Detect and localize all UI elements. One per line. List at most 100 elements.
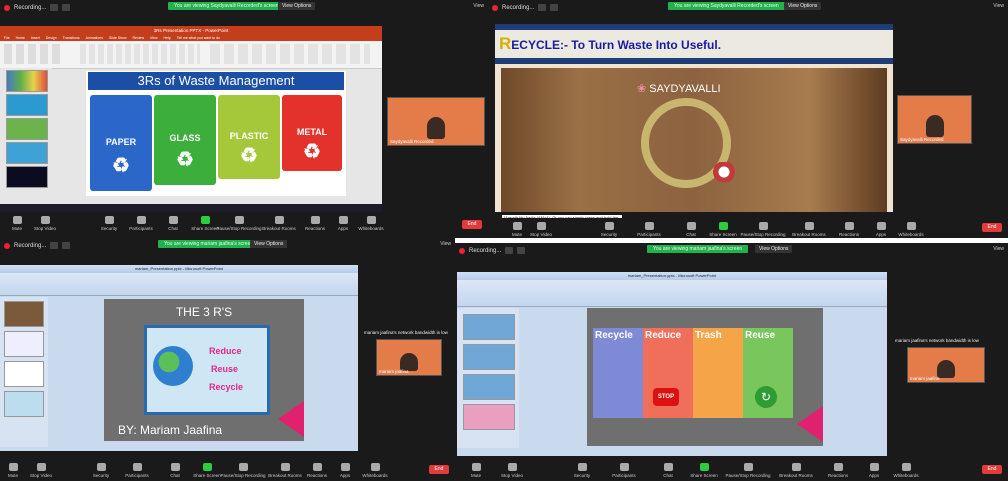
participants-button[interactable]: Participants [632, 222, 666, 237]
slide-thumb-5[interactable] [6, 166, 48, 188]
security-button[interactable]: Security [84, 463, 118, 478]
slide-thumb-2[interactable] [6, 94, 48, 116]
bin-plastic: PLASTIC ♻ [218, 95, 280, 179]
grid-icon [791, 463, 801, 471]
pause-icon[interactable] [505, 247, 514, 254]
apps-button[interactable]: Apps [864, 222, 898, 237]
view-button[interactable]: View [993, 246, 1004, 252]
slide-header: RECYCLE:- To Turn Waste Into Useful. [495, 24, 893, 64]
share-screen-button[interactable]: Share Screen [687, 463, 721, 478]
pause-icon[interactable] [50, 242, 59, 249]
participant-video[interactable]: Saydyavalli Recorded [387, 97, 485, 146]
chat-button[interactable]: Chat [158, 463, 192, 478]
ppt-ribbon [457, 280, 887, 307]
stop-video-button[interactable]: Stop Video [495, 463, 529, 478]
slide-title-text: ECYCLE:- To Turn Waste Into Useful. [511, 38, 722, 52]
stop-icon[interactable] [517, 247, 526, 254]
reactions-button[interactable]: Reactions [832, 222, 866, 237]
chat-button[interactable]: Chat [156, 216, 190, 231]
slide-title: RECYCLE:- To Turn Waste Into Useful. [495, 30, 893, 58]
security-button[interactable]: Security [565, 463, 599, 478]
font-group[interactable] [80, 44, 200, 64]
view-button[interactable]: View [473, 3, 484, 9]
view-options-button[interactable]: View Options [784, 2, 822, 10]
slide-thumb-4[interactable] [4, 391, 44, 417]
slide-thumb-4[interactable] [463, 404, 515, 430]
pause-recording-button[interactable]: Pause/Stop Recording [220, 463, 266, 478]
participants-button[interactable]: Participants [120, 463, 154, 478]
participants-label: Participants [125, 473, 149, 478]
chat-button[interactable]: Chat [651, 463, 685, 478]
participant-avatar [925, 115, 944, 137]
view-options-button[interactable]: View Options [755, 245, 793, 253]
column-reuse: Reuse ↻ [743, 328, 793, 418]
recording-label: Recording... [14, 4, 47, 11]
chat-button[interactable]: Chat [674, 222, 708, 237]
slide-thumb-3[interactable] [6, 118, 48, 140]
view-button[interactable]: View [440, 241, 451, 247]
participant-name: mariam jaafina [910, 376, 940, 381]
participants-button[interactable]: Participants [124, 216, 158, 231]
end-button[interactable]: End [429, 465, 449, 474]
slide-thumb-1[interactable] [463, 314, 515, 340]
security-button[interactable]: Security [92, 216, 126, 231]
stop-video-button[interactable]: Stop Video [24, 463, 58, 478]
security-button[interactable]: Security [592, 222, 626, 237]
view-options-button[interactable]: View Options [250, 240, 288, 248]
participant-video[interactable]: mariam jaafina [376, 339, 442, 376]
recording-indicator: Recording... [4, 242, 71, 249]
end-button[interactable]: End [462, 220, 482, 229]
view-button[interactable]: View [993, 3, 1004, 9]
whiteboards-button[interactable]: Whiteboards [894, 222, 928, 237]
whiteboards-button[interactable]: Whiteboards [354, 216, 388, 231]
apps-button[interactable]: Apps [857, 463, 891, 478]
participant-video[interactable]: mariam jaafina [907, 347, 985, 383]
breakout-label: Breakout Rooms [268, 473, 302, 478]
zoom-toolbar: Mute Stop Video Security Participants Ch… [488, 218, 1008, 238]
share-screen-button[interactable]: Share Screen [190, 463, 224, 478]
slide-thumb-3[interactable] [463, 374, 515, 400]
breakout-label: Breakout Rooms [792, 232, 826, 237]
slide-thumb-1[interactable] [6, 70, 48, 92]
viewing-banner: You are viewing mariam jaafina's screen [158, 240, 260, 248]
stop-icon[interactable] [62, 242, 71, 249]
apps-button[interactable]: Apps [328, 463, 362, 478]
breakout-rooms-button[interactable]: Breakout Rooms [268, 463, 302, 478]
pause-recording-button[interactable]: Pause/Stop Recording [725, 463, 771, 478]
slide-thumb-2[interactable] [4, 331, 44, 357]
stop-icon[interactable] [550, 4, 559, 11]
pause-recording-button[interactable]: Pause/Stop Recording [740, 222, 786, 237]
slide-thumb-3[interactable] [4, 361, 44, 387]
clipboard-group[interactable] [4, 44, 64, 64]
column-reduce: Reduce STOP [643, 328, 693, 418]
breakout-rooms-button[interactable]: Breakout Rooms [779, 463, 813, 478]
zoom-toolbar: Mute Stop Video Security Participants Ch… [455, 459, 1008, 481]
pause-icon[interactable] [538, 4, 547, 11]
zoom-window-4: Recording... You are viewing mariam jaaf… [455, 243, 1008, 481]
stop-icon[interactable] [62, 4, 71, 11]
pause-recording-button[interactable]: Pause/Stop Recording [216, 216, 262, 231]
viewing-banner: You are viewing Saydyavalli Recorded's s… [668, 2, 785, 10]
end-button[interactable]: End [982, 223, 1002, 232]
breakout-rooms-button[interactable]: Breakout Rooms [792, 222, 826, 237]
pause-icon[interactable] [50, 4, 59, 11]
drawing-group[interactable] [210, 44, 370, 64]
breakout-rooms-button[interactable]: Breakout Rooms [262, 216, 296, 231]
share-screen-button[interactable]: Share Screen [706, 222, 740, 237]
participants-button[interactable]: Participants [607, 463, 641, 478]
smiley-icon [312, 463, 322, 471]
slide-thumb-1[interactable] [4, 301, 44, 327]
participant-video[interactable]: Saydyavalli Recorded [897, 95, 972, 144]
slide-thumb-2[interactable] [463, 344, 515, 370]
stop-video-button[interactable]: Stop Video [28, 216, 62, 231]
stop-video-button[interactable]: Stop Video [524, 222, 558, 237]
slide-thumb-4[interactable] [6, 142, 48, 164]
reactions-button[interactable]: Reactions [821, 463, 855, 478]
view-options-button[interactable]: View Options [278, 2, 316, 10]
apps-label: Apps [868, 473, 880, 478]
people-icon [619, 463, 629, 471]
end-button[interactable]: End [982, 465, 1002, 474]
whiteboards-button[interactable]: Whiteboards [358, 463, 392, 478]
mute-button[interactable]: Mute [459, 463, 493, 478]
whiteboards-button[interactable]: Whiteboards [889, 463, 923, 478]
